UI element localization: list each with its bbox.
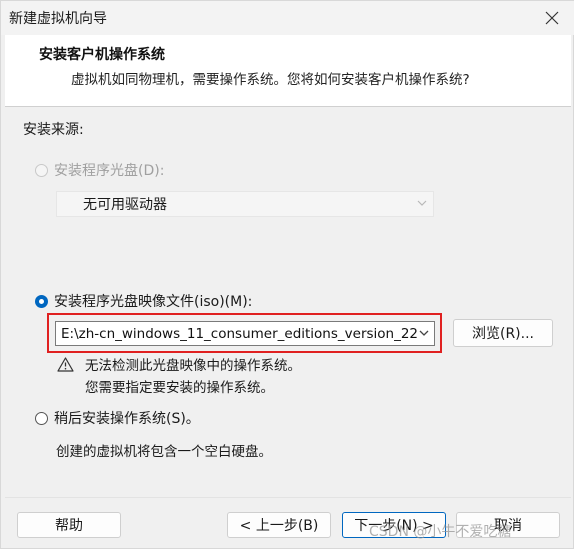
title-bar: 新建虚拟机向导 xyxy=(1,1,574,35)
disc-option-row: 安装程序光盘(D): xyxy=(35,160,164,180)
new-vm-wizard-window: 新建虚拟机向导 安装客户机操作系统 虚拟机如同物理机，需要操作系统。您将如何安装… xyxy=(0,0,574,549)
later-option-radio[interactable] xyxy=(35,411,48,425)
window-title: 新建虚拟机向导 xyxy=(9,11,107,27)
drive-select-value: 无可用驱动器 xyxy=(83,197,167,213)
iso-path-combobox[interactable] xyxy=(55,321,435,346)
install-source-label: 安装来源: xyxy=(23,122,84,138)
cancel-button[interactable]: 取消 xyxy=(456,512,560,538)
iso-option-row[interactable]: 安装程序光盘映像文件(iso)(M): xyxy=(35,291,252,311)
chevron-down-icon xyxy=(417,200,427,206)
iso-warning-line1: 无法检测此光盘映像中的操作系统。 xyxy=(85,358,301,374)
header-panel: 安装客户机操作系统 虚拟机如同物理机，需要操作系统。您将如何安装客户机操作系统? xyxy=(5,35,571,107)
iso-path-input[interactable] xyxy=(56,325,417,342)
footer-divider xyxy=(5,497,571,498)
help-button[interactable]: 帮助 xyxy=(17,512,121,538)
later-option-label: 稍后安装操作系统(S)。 xyxy=(54,411,200,427)
browse-button[interactable]: 浏览(R)... xyxy=(453,319,553,347)
page-title: 安装客户机操作系统 xyxy=(39,47,165,63)
drive-select: 无可用驱动器 xyxy=(56,191,434,217)
later-option-description: 创建的虚拟机将包含一个空白硬盘。 xyxy=(56,444,272,460)
next-button[interactable]: 下一步(N) > xyxy=(342,512,446,538)
back-button[interactable]: < 上一步(B) xyxy=(227,512,331,538)
later-option-row[interactable]: 稍后安装操作系统(S)。 xyxy=(35,408,200,428)
disc-option-label: 安装程序光盘(D): xyxy=(54,163,165,179)
disc-option-radio xyxy=(35,163,48,177)
warning-icon xyxy=(57,357,74,372)
iso-warning-line2: 您需要指定要安装的操作系统。 xyxy=(85,380,274,396)
iso-warning-text: 无法检测此光盘映像中的操作系统。 您需要指定要安装的操作系统。 xyxy=(85,355,301,399)
close-icon xyxy=(545,11,559,25)
close-button[interactable] xyxy=(535,3,569,33)
page-subtitle: 虚拟机如同物理机，需要操作系统。您将如何安装客户机操作系统? xyxy=(71,72,470,88)
iso-option-radio[interactable] xyxy=(35,294,48,308)
chevron-down-icon[interactable] xyxy=(418,327,430,339)
iso-option-label: 安装程序光盘映像文件(iso)(M): xyxy=(54,294,253,310)
